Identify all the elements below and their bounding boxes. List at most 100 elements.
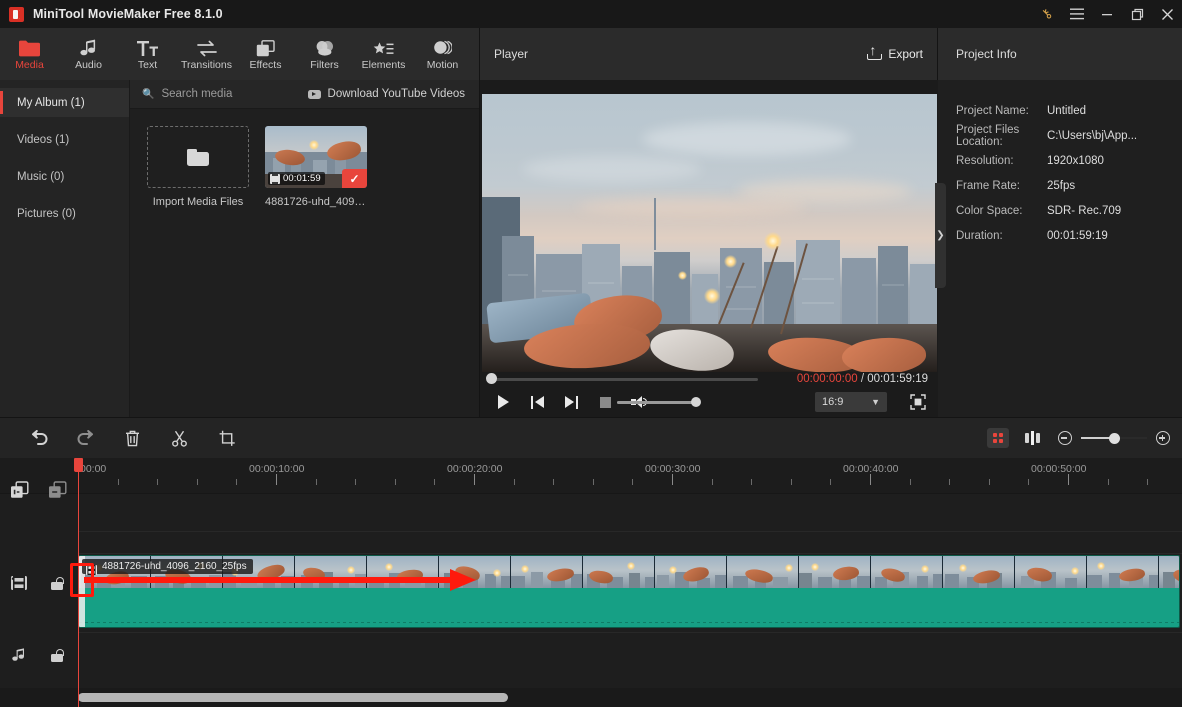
aspect-ratio-select[interactable]: 16:9 ▼ (815, 392, 887, 412)
media-folder-icon (19, 38, 40, 57)
info-value: 00:01:59:19 (1047, 229, 1108, 242)
play-icon[interactable] (486, 389, 520, 415)
info-value: SDR- Rec.709 (1047, 204, 1122, 217)
track-header-column (0, 481, 78, 707)
player-controls: 00:00:00:00 / 00:01:59:19 16:9 ▼ (480, 373, 939, 417)
tab-text[interactable]: Text (118, 28, 177, 80)
scissors-icon[interactable] (156, 418, 203, 458)
project-info-row: Color Space: SDR- Rec.709 (956, 198, 1182, 223)
import-media-label: Import Media Files (152, 196, 244, 208)
trash-icon[interactable] (109, 418, 156, 458)
playhead-handle[interactable] (74, 458, 83, 472)
title-bar: MiniTool MovieMaker Free 8.1.0 ⚷ (0, 0, 1182, 28)
playback-progress[interactable]: 00:00:00:00 / 00:01:59:19 (480, 371, 939, 387)
player-title: Player (494, 47, 529, 61)
import-media-cell[interactable]: Import Media Files (147, 126, 249, 208)
tab-label: Effects (249, 58, 282, 71)
progress-track[interactable] (491, 378, 758, 381)
sidebar-item-videos[interactable]: Videos (1) (0, 125, 129, 154)
next-frame-icon[interactable] (554, 389, 588, 415)
export-label: Export (888, 47, 923, 61)
text-icon (137, 38, 158, 57)
sidebar-item-my-album[interactable]: My Album (1) (0, 88, 129, 117)
tab-motion[interactable]: Motion (413, 28, 472, 80)
progress-knob[interactable] (486, 373, 497, 384)
add-track-icon[interactable] (0, 481, 38, 499)
timeline-scrollbar[interactable] (78, 693, 508, 702)
auto-scene-detect-icon[interactable] (987, 428, 1009, 448)
volume-fill (617, 401, 696, 404)
info-value: C:\Users\bj\App... (1047, 129, 1138, 142)
unlock-icon[interactable] (38, 648, 76, 662)
youtube-icon (307, 89, 321, 99)
music-note-icon (79, 38, 98, 57)
transport-controls: 16:9 ▼ (480, 389, 939, 415)
tab-label: Motion (426, 58, 459, 71)
zoom-out-icon[interactable] (1058, 431, 1072, 445)
current-time: 00:00:00:00 (796, 373, 858, 385)
film-strip-icon (0, 576, 38, 590)
tab-label: Media (15, 58, 44, 71)
hamburger-menu-icon[interactable] (1062, 0, 1092, 28)
motion-icon (433, 38, 452, 57)
remove-track-icon[interactable] (38, 481, 76, 499)
chevron-right-icon[interactable]: ❯ (935, 183, 946, 288)
tab-transitions[interactable]: Transitions (177, 28, 236, 80)
filters-icon (315, 38, 334, 57)
restore-icon[interactable] (1122, 0, 1152, 28)
media-thumbnail[interactable]: 00:01:59 ✓ (265, 126, 367, 188)
tab-audio[interactable]: Audio (59, 28, 118, 80)
track-add-remove (0, 472, 78, 508)
sidebar-item-music[interactable]: Music (0) (0, 162, 129, 191)
playhead[interactable] (74, 458, 83, 707)
timeline-zoom-slider[interactable] (1081, 431, 1147, 445)
volume-knob[interactable] (691, 397, 701, 407)
video-preview-area[interactable] (480, 80, 939, 385)
clip-name: 4881726-uhd_4096_2160_25fps (102, 561, 247, 572)
fullscreen-icon[interactable] (910, 394, 926, 410)
timeline-tracks[interactable]: 4881726-uhd_4096_2160_25fps (78, 494, 1182, 707)
tab-media[interactable]: Media (0, 28, 59, 80)
media-item[interactable]: 00:01:59 ✓ 4881726-uhd_4096... (265, 126, 367, 208)
tab-elements[interactable]: Elements (354, 28, 413, 80)
undo-icon[interactable] (15, 418, 62, 458)
zoom-in-icon[interactable] (1156, 431, 1170, 445)
tab-effects[interactable]: Effects (236, 28, 295, 80)
timeline-right-tools (987, 418, 1170, 458)
crop-icon[interactable] (203, 418, 250, 458)
download-youtube-button[interactable]: Download YouTube Videos (307, 88, 465, 100)
album-sidebar: My Album (1) Videos (1) Music (0) Pictur… (0, 80, 130, 417)
sidebar-item-pictures[interactable]: Pictures (0) (0, 199, 129, 228)
tab-label: Transitions (181, 58, 232, 71)
audio-track-header (0, 630, 78, 680)
tab-label: Text (137, 58, 158, 71)
search-input[interactable]: 🔍 Search media (142, 88, 232, 100)
aspect-ratio-value: 16:9 (822, 396, 844, 408)
info-key: Resolution: (956, 154, 1014, 167)
ruler-label: 00:00 (80, 463, 107, 475)
player-panel: Player Export (479, 28, 939, 417)
volume-slider[interactable] (617, 397, 701, 407)
key-icon[interactable]: ⚷ (1032, 0, 1062, 28)
redo-icon[interactable] (62, 418, 109, 458)
export-button[interactable]: Export (867, 43, 923, 61)
media-panel-header: 🔍 Search media Download YouTube Videos (130, 80, 479, 109)
zoom-knob[interactable] (1109, 432, 1120, 444)
album-label: Music (0) (17, 170, 65, 183)
minimize-icon[interactable] (1092, 0, 1122, 28)
film-strip-icon (270, 173, 280, 184)
unlock-icon[interactable] (38, 576, 76, 590)
timeline-clip[interactable]: 4881726-uhd_4096_2160_25fps (78, 555, 1180, 628)
media-panel: 🔍 Search media Download YouTube Videos I… (130, 80, 479, 417)
split-clip-icon[interactable] (1025, 431, 1040, 445)
folder-icon (187, 148, 209, 166)
timeline-ruler[interactable]: 00:00 00:00:10:00 00:00:20:00 00:00:30:0… (0, 458, 1182, 494)
media-item-name: 4881726-uhd_4096... (265, 196, 367, 208)
previous-frame-icon[interactable] (520, 389, 554, 415)
import-media-dropzone[interactable] (147, 126, 249, 188)
tab-filters[interactable]: Filters (295, 28, 354, 80)
main-toolbar-tabs: Media Audio Text Transitions Effects Fil… (0, 28, 480, 80)
check-icon[interactable]: ✓ (342, 169, 367, 188)
info-value: 1920x1080 (1047, 154, 1104, 167)
close-icon[interactable] (1152, 0, 1182, 28)
